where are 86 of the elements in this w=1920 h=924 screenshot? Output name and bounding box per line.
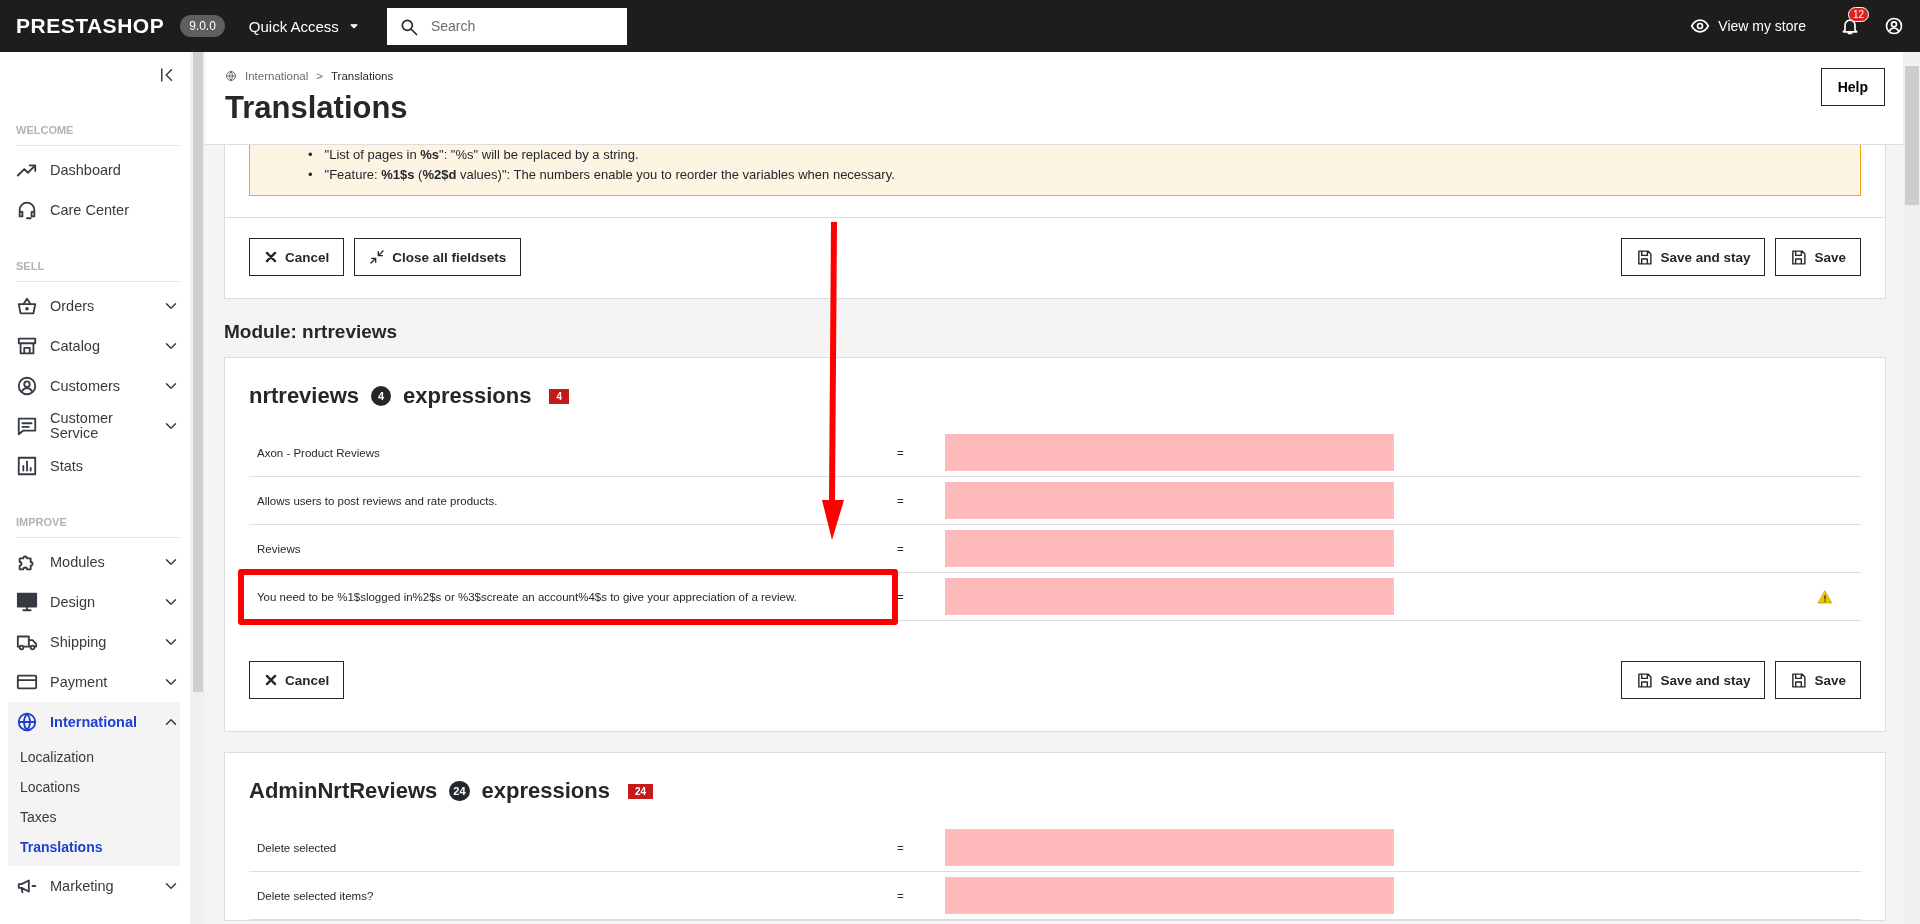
warning-icon [1817, 588, 1833, 605]
compress-arrows-icon [369, 249, 386, 265]
expressions-label: expressions [403, 383, 532, 409]
bullet: • [308, 146, 313, 164]
scrollbar[interactable] [1903, 52, 1920, 924]
close-icon [264, 673, 278, 687]
missing-count-badge: 24 [627, 783, 654, 799]
sidebar-item[interactable]: Payment [16, 662, 180, 702]
equals-sign: = [897, 494, 905, 507]
equals-sign: = [897, 889, 905, 902]
submenu-item[interactable]: Translations [16, 832, 180, 862]
logo[interactable]: PRESTASHOP [16, 14, 165, 38]
section-heading: SELL [16, 230, 180, 282]
translation-field[interactable] [945, 434, 1394, 471]
submenu-item[interactable]: Taxes [16, 802, 180, 832]
domain-name: nrtreviews [249, 383, 360, 409]
source-text: Axon - Product Reviews [257, 446, 380, 459]
version-badge: 9.0.0 [180, 15, 225, 37]
breadcrumb-separator: > [316, 70, 323, 82]
translation-field[interactable] [945, 482, 1394, 519]
search-field[interactable]: Search [386, 7, 627, 45]
breadcrumb-link[interactable]: International [245, 70, 309, 82]
help-button[interactable]: Help [1820, 68, 1885, 106]
sidebar-item[interactable]: Catalog [16, 326, 180, 366]
sidebar-item[interactable]: Marketing [16, 866, 180, 906]
translation-field[interactable] [945, 829, 1394, 866]
chart-icon [16, 455, 38, 477]
user-circle-icon [1884, 16, 1904, 36]
close-fieldsets-button[interactable]: Close all fieldsets [354, 238, 522, 276]
sidebar-item[interactable]: Customers [16, 366, 180, 406]
close-icon [264, 250, 278, 264]
source-text: Delete selected items? [257, 889, 374, 902]
globe-icon [225, 70, 237, 82]
sidebar-item[interactable]: Dashboard [16, 150, 180, 190]
notification-count: 12 [1847, 7, 1869, 22]
source-text: You need to be %1$slogged in%2$s or %3$screate an account%4$s to give your appreciation of a review. [257, 590, 797, 603]
submenu-item[interactable]: Localization [16, 742, 180, 772]
missing-count-badge: 4 [549, 388, 570, 404]
translation-field[interactable] [945, 877, 1394, 914]
equals-sign: = [897, 590, 905, 603]
source-text: Reviews [257, 542, 301, 555]
equals-sign: = [897, 841, 905, 854]
equals-sign: = [897, 542, 905, 555]
sidebar-item[interactable]: Shipping [16, 622, 180, 662]
alert-text: "Feature: %1$s (%2$d values)": The numbers enable you to reorder the variables when necessary. [324, 166, 895, 184]
user-circle-icon [16, 375, 38, 397]
save-button[interactable]: Save and stay [1621, 238, 1766, 276]
expressions-label: expressions [481, 778, 610, 804]
sidebar-item[interactable]: Orders [16, 286, 180, 326]
count-badge: 24 [449, 781, 470, 801]
translation-field[interactable] [945, 530, 1394, 567]
translation-field[interactable] [945, 578, 1394, 615]
view-store-link[interactable]: View my store [1684, 15, 1812, 37]
eye-icon [1690, 16, 1711, 36]
headset-icon [16, 199, 38, 221]
breadcrumb-link[interactable]: Translations [331, 70, 394, 82]
cancel-button[interactable]: Cancel [249, 661, 345, 699]
scrollbar[interactable] [190, 52, 205, 924]
quick-access-menu[interactable]: Quick Access [242, 16, 367, 36]
submenu-item[interactable]: Locations [16, 772, 180, 802]
source-text: Delete selected [257, 841, 337, 854]
sidebar-item[interactable]: Stats [16, 446, 180, 486]
monitor-icon [16, 591, 38, 613]
cancel-button[interactable]: Cancel [249, 238, 345, 276]
source-text: Allows users to post reviews and rate products. [257, 494, 498, 507]
globe-icon [16, 711, 38, 733]
store-icon [16, 335, 38, 357]
domain-name: AdminNrtReviews [249, 778, 438, 804]
sidebar-item[interactable]: Design [16, 582, 180, 622]
equals-sign: = [897, 446, 905, 459]
chat-icon [16, 415, 38, 437]
count-badge: 4 [371, 386, 392, 406]
save-button[interactable]: Save [1775, 238, 1861, 276]
basket-icon [16, 295, 38, 317]
page-title: Translations [225, 90, 409, 126]
save-button[interactable]: Save [1775, 661, 1861, 699]
bullet: • [308, 166, 313, 184]
sidebar-item[interactable]: Customer Service [16, 406, 180, 446]
save-button[interactable]: Save and stay [1621, 661, 1766, 699]
module-title: Module: nrtreviews [224, 320, 399, 344]
bell-icon [1840, 16, 1860, 36]
alert-text: "List of pages in %s": "%s" will be replaced by a string. [324, 146, 639, 164]
section-heading: WELCOME [16, 94, 180, 146]
section-heading: IMPROVE [16, 486, 180, 538]
sidebar-item[interactable]: Care Center [16, 190, 180, 230]
sidebar-item[interactable]: Modules [16, 542, 180, 582]
